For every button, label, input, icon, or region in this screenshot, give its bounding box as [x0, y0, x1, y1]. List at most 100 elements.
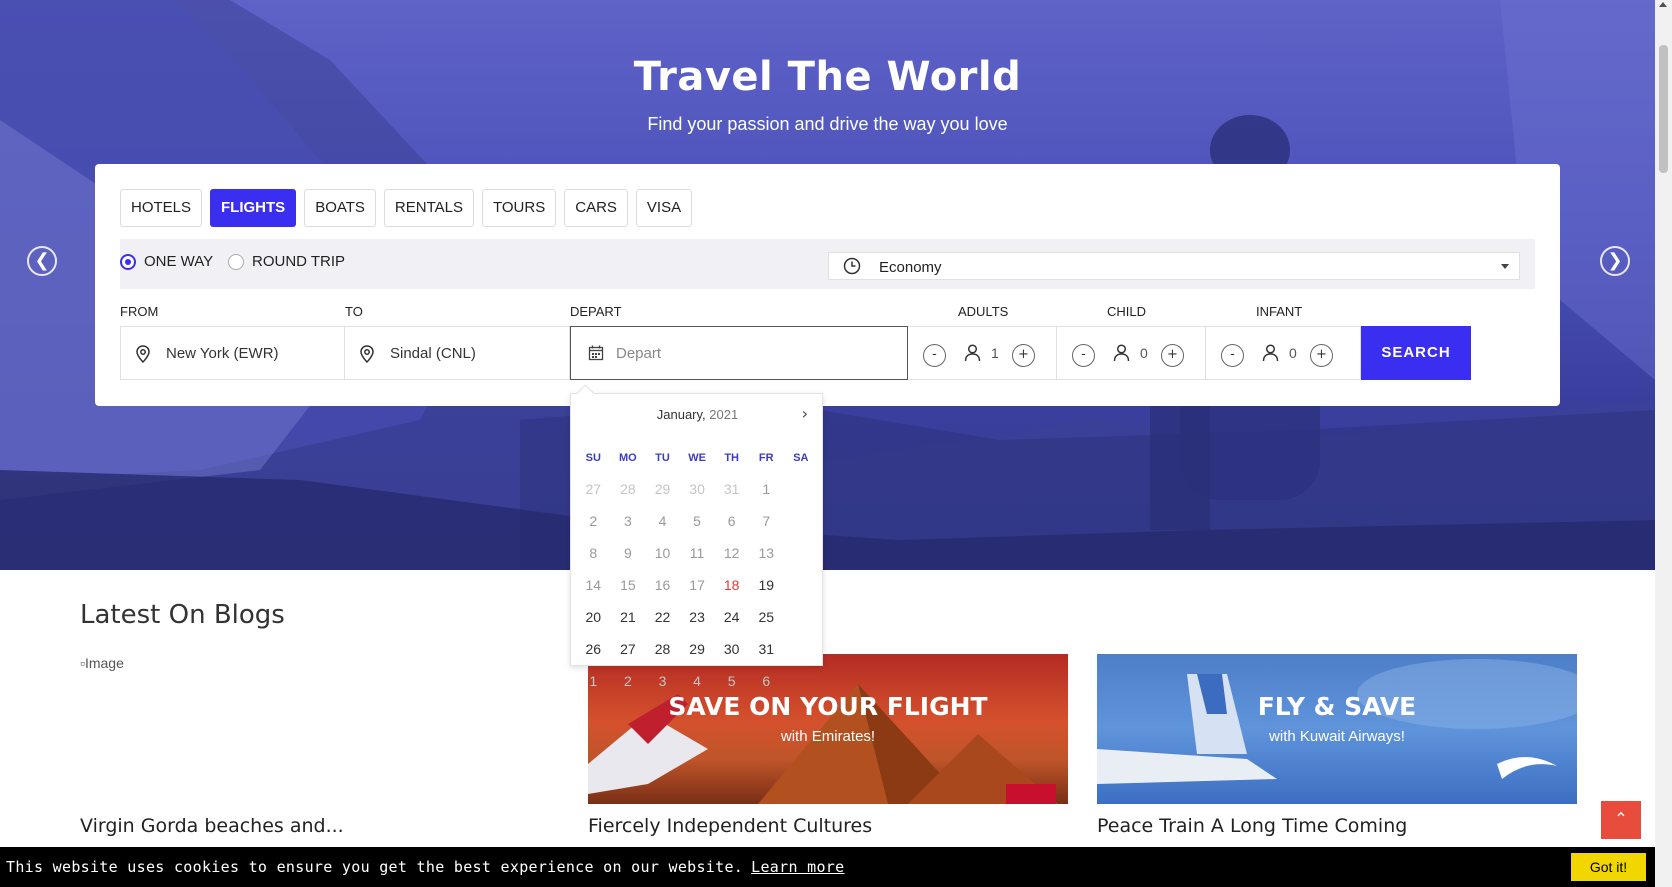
- infant-count: 0: [1289, 345, 1297, 361]
- cookie-banner: This website uses cookies to ensure you …: [0, 847, 1655, 887]
- calendar-day: 27: [585, 481, 602, 497]
- tab-rentals[interactable]: RENTALS: [383, 189, 474, 227]
- banner-subheading: with Emirates!: [780, 728, 876, 745]
- depart-input[interactable]: Depart: [570, 326, 908, 380]
- blog-post-title[interactable]: Virgin Gorda beaches and...: [80, 815, 344, 837]
- cabin-class-value: Economy: [879, 259, 942, 276]
- child-label: CHILD: [1107, 304, 1147, 319]
- one-way-radio[interactable]: ONE WAY: [120, 253, 213, 270]
- weekday-label: WE: [688, 452, 706, 464]
- slider-prev-button[interactable]: ❮: [27, 246, 57, 276]
- infant-plus-button[interactable]: +: [1310, 344, 1333, 367]
- calendar-day[interactable]: 19: [749, 574, 784, 606]
- tab-cars[interactable]: CARS: [564, 189, 628, 227]
- calendar-day: 16: [654, 577, 671, 593]
- calendar-day: 30: [689, 481, 705, 497]
- datepicker-popup: January, 2021 › SU MO TU WE TH FR SA 27 28 29 30 3…: [570, 393, 824, 689]
- child-count: 0: [1140, 345, 1148, 361]
- calendar-day: 4: [693, 673, 701, 689]
- blogs-section-title: Latest On Blogs: [80, 600, 285, 630]
- to-field[interactable]: Sindal (CNL): [344, 326, 570, 380]
- calendar-day: 28: [620, 481, 636, 497]
- calendar-day: 10: [654, 545, 671, 561]
- calendar-day: 8: [589, 545, 598, 561]
- child-counter: - 0 +: [1057, 326, 1206, 380]
- tab-flights[interactable]: FLIGHTS: [210, 189, 297, 227]
- calendar-year: 2021: [709, 407, 739, 422]
- location-pin-icon: [136, 345, 150, 363]
- calendar-day[interactable]: 26: [576, 638, 611, 670]
- calendar-day: 15: [620, 577, 636, 593]
- calendar-day: 14: [585, 577, 602, 593]
- calendar-day: 2: [589, 513, 598, 529]
- calendar-day: 12: [723, 545, 740, 561]
- calendar-icon: [588, 345, 604, 361]
- weekday-label: SA: [793, 452, 809, 464]
- adults-counter: - 1 +: [908, 326, 1057, 380]
- calendar-month-year: January, 2021: [571, 407, 824, 422]
- blog-post-title[interactable]: Fiercely Independent Cultures: [588, 815, 872, 837]
- depart-placeholder: Depart: [616, 345, 662, 362]
- weekday-label: MO: [619, 452, 637, 464]
- banner-heading: FLY & SAVE: [1257, 692, 1417, 721]
- calendar-day[interactable]: 20: [576, 606, 611, 638]
- learn-more-link[interactable]: Learn more: [751, 858, 844, 876]
- hero-subtitle: Find your passion and drive the way you …: [647, 114, 1008, 134]
- tab-hotels[interactable]: HOTELS: [120, 189, 203, 227]
- adults-count: 1: [991, 345, 999, 361]
- calendar-day: 11: [689, 545, 705, 561]
- tab-boats[interactable]: BOATS: [304, 189, 376, 227]
- blog-image-kuwait[interactable]: FLY & SAVE with Kuwait Airways!: [1097, 654, 1577, 804]
- radio-checked-icon: [120, 253, 136, 270]
- calendar-days: 27 28 29 30 31 1 2 3 4 5 6 7 8 9 10 11 12 13 14 15 16 17 18 19 2…: [576, 478, 818, 702]
- calendar-day[interactable]: 25: [749, 606, 784, 638]
- infant-label: INFANT: [1256, 304, 1303, 319]
- child-plus-button[interactable]: +: [1161, 344, 1184, 367]
- tab-tours[interactable]: TOURS: [482, 189, 557, 227]
- weekday-header: SU MO TU WE TH FR SA: [576, 452, 818, 464]
- blog-post-title[interactable]: Peace Train A Long Time Coming: [1097, 815, 1407, 837]
- calendar-day[interactable]: 18: [714, 574, 749, 606]
- person-icon: [1113, 344, 1130, 362]
- cookie-accept-button[interactable]: Got it!: [1571, 853, 1646, 881]
- calendar-day: 3: [623, 513, 632, 529]
- location-pin-icon: [360, 345, 374, 363]
- infant-minus-button[interactable]: -: [1221, 344, 1244, 367]
- calendar-day[interactable]: 29: [680, 638, 715, 670]
- adults-plus-button[interactable]: +: [1012, 344, 1035, 367]
- calendar-day: 1: [762, 481, 771, 497]
- calendar-day: 17: [689, 577, 705, 593]
- calendar-day[interactable]: 22: [645, 606, 680, 638]
- radio-unchecked-icon: [228, 253, 244, 270]
- calendar-day[interactable]: 24: [714, 606, 749, 638]
- calendar-day[interactable]: 31: [749, 638, 784, 670]
- chevron-right-icon[interactable]: ›: [802, 404, 808, 423]
- to-label: TO: [345, 304, 363, 319]
- to-value: Sindal (CNL): [390, 345, 476, 362]
- round-trip-radio[interactable]: ROUND TRIP: [228, 253, 345, 270]
- broken-image: ▫Image: [80, 655, 124, 671]
- slider-next-button[interactable]: ❯: [1600, 246, 1630, 276]
- search-button[interactable]: SEARCH: [1361, 326, 1471, 380]
- cabin-class-select[interactable]: Economy: [828, 252, 1520, 280]
- adults-minus-button[interactable]: -: [923, 344, 946, 367]
- round-trip-label: ROUND TRIP: [252, 253, 346, 270]
- calendar-day[interactable]: 21: [611, 606, 646, 638]
- calendar-day: 3: [658, 673, 667, 689]
- cookie-message: This website uses cookies to ensure you …: [6, 858, 744, 876]
- calendar-day: 9: [623, 545, 632, 561]
- back-to-top-button[interactable]: ⌃: [1601, 801, 1641, 839]
- scroll-up-arrow-icon[interactable]: [1659, 2, 1667, 7]
- calendar-day[interactable]: 27: [611, 638, 646, 670]
- infant-counter: - 0 +: [1206, 326, 1361, 380]
- child-minus-button[interactable]: -: [1072, 344, 1095, 367]
- calendar-day[interactable]: 23: [680, 606, 715, 638]
- calendar-day[interactable]: 28: [645, 638, 680, 670]
- calendar-day[interactable]: 30: [714, 638, 749, 670]
- weekday-label: TU: [655, 452, 670, 464]
- person-icon: [964, 344, 981, 362]
- tab-visa[interactable]: VISA: [635, 189, 693, 227]
- search-tabs: HOTELS FLIGHTS BOATS RENTALS TOURS CARS VISA: [120, 189, 693, 227]
- scrollbar-thumb[interactable]: [1659, 45, 1668, 173]
- from-field[interactable]: New York (EWR): [120, 326, 345, 380]
